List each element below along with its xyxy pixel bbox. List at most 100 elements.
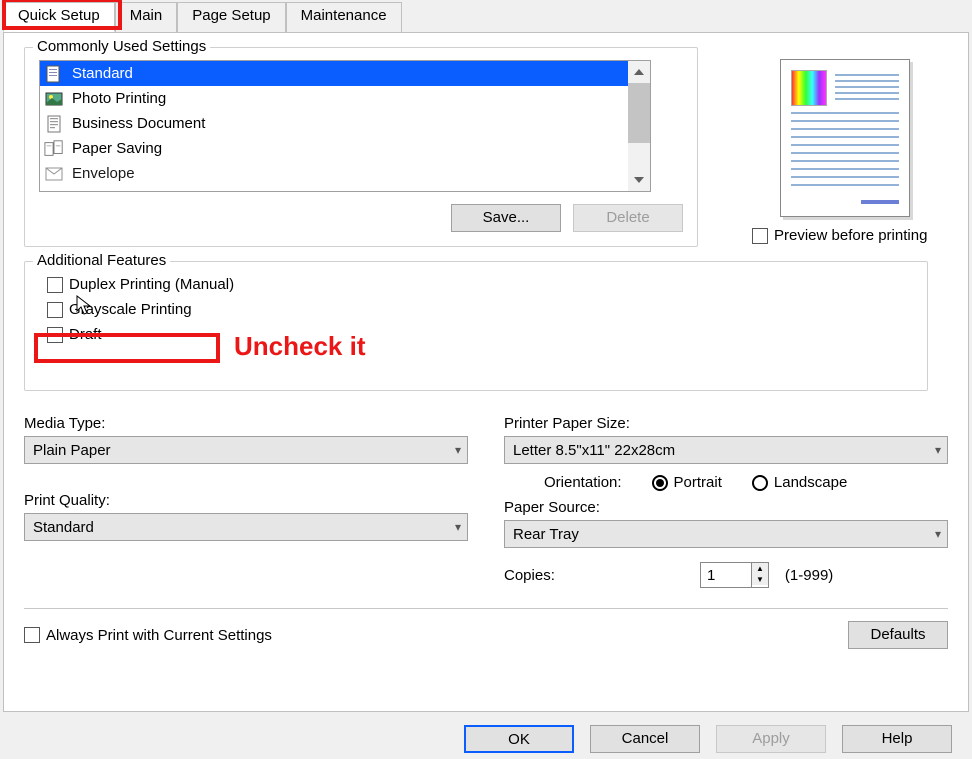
list-item-envelope[interactable]: Envelope bbox=[40, 161, 628, 186]
settings-listbox[interactable]: Standard Photo Printing Business Documen… bbox=[39, 60, 651, 192]
preview-before-printing-checkbox[interactable]: Preview before printing bbox=[752, 227, 938, 244]
button-label: Delete bbox=[606, 209, 649, 226]
checkbox-icon bbox=[24, 627, 40, 643]
copies-range: (1-999) bbox=[785, 567, 833, 584]
checkbox-icon bbox=[752, 228, 768, 244]
list-item-label: Business Document bbox=[72, 115, 205, 132]
separator bbox=[24, 608, 948, 609]
tab-main[interactable]: Main bbox=[115, 2, 178, 32]
list-item-paper-saving[interactable]: Paper Saving bbox=[40, 136, 628, 161]
radio-label: Landscape bbox=[774, 474, 847, 491]
scroll-down-icon[interactable] bbox=[628, 169, 650, 191]
orientation-label: Orientation: bbox=[544, 474, 622, 491]
copies-spinner[interactable]: ▲ ▼ bbox=[700, 562, 769, 588]
cancel-button[interactable]: Cancel bbox=[590, 725, 700, 753]
checkbox-icon bbox=[47, 327, 63, 343]
orientation-portrait-radio[interactable]: Portrait bbox=[652, 474, 722, 491]
tab-label: Main bbox=[130, 7, 163, 24]
orientation-landscape-radio[interactable]: Landscape bbox=[752, 474, 847, 491]
tab-panel-quick-setup: Commonly Used Settings Standard Photo Pr… bbox=[3, 32, 969, 712]
button-label: Apply bbox=[752, 730, 790, 747]
spinner-up-icon[interactable]: ▲ bbox=[752, 563, 768, 574]
combo-value: Rear Tray bbox=[513, 526, 579, 543]
defaults-button[interactable]: Defaults bbox=[848, 621, 948, 649]
spinner-down-icon[interactable]: ▼ bbox=[752, 574, 768, 585]
paper-source-combo[interactable]: Rear Tray ▾ bbox=[504, 520, 948, 548]
preview-thumbnail-icon bbox=[791, 70, 827, 106]
button-label: OK bbox=[508, 731, 530, 748]
chevron-down-icon: ▾ bbox=[455, 520, 461, 534]
tab-label: Quick Setup bbox=[18, 7, 100, 24]
checkbox-label: Preview before printing bbox=[774, 227, 927, 244]
paper-size-label: Printer Paper Size: bbox=[504, 415, 948, 432]
form-col-left: Media Type: Plain Paper ▾ Print Quality:… bbox=[24, 405, 468, 588]
duplex-printing-checkbox[interactable]: Duplex Printing (Manual) bbox=[47, 276, 913, 293]
combo-value: Plain Paper bbox=[33, 442, 111, 459]
radio-icon bbox=[652, 475, 668, 491]
checkbox-label: Duplex Printing (Manual) bbox=[69, 276, 234, 293]
checkbox-label: Grayscale Printing bbox=[69, 301, 192, 318]
list-item-business[interactable]: Business Document bbox=[40, 111, 628, 136]
tab-label: Maintenance bbox=[301, 7, 387, 24]
chevron-down-icon: ▾ bbox=[935, 443, 941, 457]
apply-button: Apply bbox=[716, 725, 826, 753]
checkbox-label: Draft bbox=[69, 326, 102, 343]
button-label: Save... bbox=[483, 209, 530, 226]
envelope-icon bbox=[44, 165, 64, 183]
document-icon bbox=[44, 65, 64, 83]
preview-pane: Preview before printing bbox=[752, 59, 938, 246]
save-button[interactable]: Save... bbox=[451, 204, 561, 232]
list-item-standard[interactable]: Standard bbox=[40, 61, 628, 86]
grayscale-printing-checkbox[interactable]: Grayscale Printing bbox=[47, 301, 913, 318]
button-label: Cancel bbox=[622, 730, 669, 747]
group-commonly-used: Commonly Used Settings Standard Photo Pr… bbox=[24, 47, 698, 247]
scroll-up-icon[interactable] bbox=[628, 61, 650, 83]
help-button[interactable]: Help bbox=[842, 725, 952, 753]
form-grid: Media Type: Plain Paper ▾ Print Quality:… bbox=[24, 405, 948, 588]
copies-label: Copies: bbox=[504, 567, 684, 584]
scroll-thumb[interactable] bbox=[628, 83, 650, 143]
tab-page-setup[interactable]: Page Setup bbox=[177, 2, 285, 32]
media-type-label: Media Type: bbox=[24, 415, 468, 432]
chevron-down-icon: ▾ bbox=[455, 443, 461, 457]
annotation-text: Uncheck it bbox=[234, 331, 366, 362]
paper-source-label: Paper Source: bbox=[504, 499, 948, 516]
checkbox-icon bbox=[47, 302, 63, 318]
preview-page bbox=[780, 59, 910, 217]
draft-checkbox[interactable]: Draft bbox=[47, 326, 913, 343]
tab-maintenance[interactable]: Maintenance bbox=[286, 2, 402, 32]
checkbox-label: Always Print with Current Settings bbox=[46, 627, 272, 644]
list-item-label: Paper Saving bbox=[72, 140, 162, 157]
print-quality-combo[interactable]: Standard ▾ bbox=[24, 513, 468, 541]
group-additional-features: Additional Features Duplex Printing (Man… bbox=[24, 261, 928, 391]
media-type-combo[interactable]: Plain Paper ▾ bbox=[24, 436, 468, 464]
dialog-button-row: OK Cancel Apply Help bbox=[464, 725, 952, 753]
scrollbar[interactable] bbox=[628, 61, 650, 191]
tab-bar: Quick Setup Main Page Setup Maintenance bbox=[0, 0, 972, 32]
combo-value: Letter 8.5"x11" 22x28cm bbox=[513, 442, 675, 459]
list-item-label: Photo Printing bbox=[72, 90, 166, 107]
list-item-label: Envelope bbox=[72, 165, 135, 182]
radio-label: Portrait bbox=[674, 474, 722, 491]
tab-quick-setup[interactable]: Quick Setup bbox=[3, 2, 115, 32]
group-legend: Commonly Used Settings bbox=[33, 38, 210, 55]
photo-icon bbox=[44, 90, 64, 108]
button-label: Help bbox=[882, 730, 913, 747]
ok-button[interactable]: OK bbox=[464, 725, 574, 753]
button-label: Defaults bbox=[870, 626, 925, 643]
combo-value: Standard bbox=[33, 519, 94, 536]
business-doc-icon bbox=[44, 115, 64, 133]
chevron-down-icon: ▾ bbox=[935, 527, 941, 541]
group-legend: Additional Features bbox=[33, 252, 170, 269]
tab-label: Page Setup bbox=[192, 7, 270, 24]
radio-icon bbox=[752, 475, 768, 491]
paper-saving-icon bbox=[44, 140, 64, 158]
list-item-photo[interactable]: Photo Printing bbox=[40, 86, 628, 111]
copies-input[interactable] bbox=[701, 563, 751, 587]
list-item-label: Standard bbox=[72, 65, 133, 82]
delete-button: Delete bbox=[573, 204, 683, 232]
paper-size-combo[interactable]: Letter 8.5"x11" 22x28cm ▾ bbox=[504, 436, 948, 464]
print-quality-label: Print Quality: bbox=[24, 492, 468, 509]
form-col-right: Printer Paper Size: Letter 8.5"x11" 22x2… bbox=[504, 405, 948, 588]
always-print-checkbox[interactable]: Always Print with Current Settings bbox=[24, 627, 272, 644]
